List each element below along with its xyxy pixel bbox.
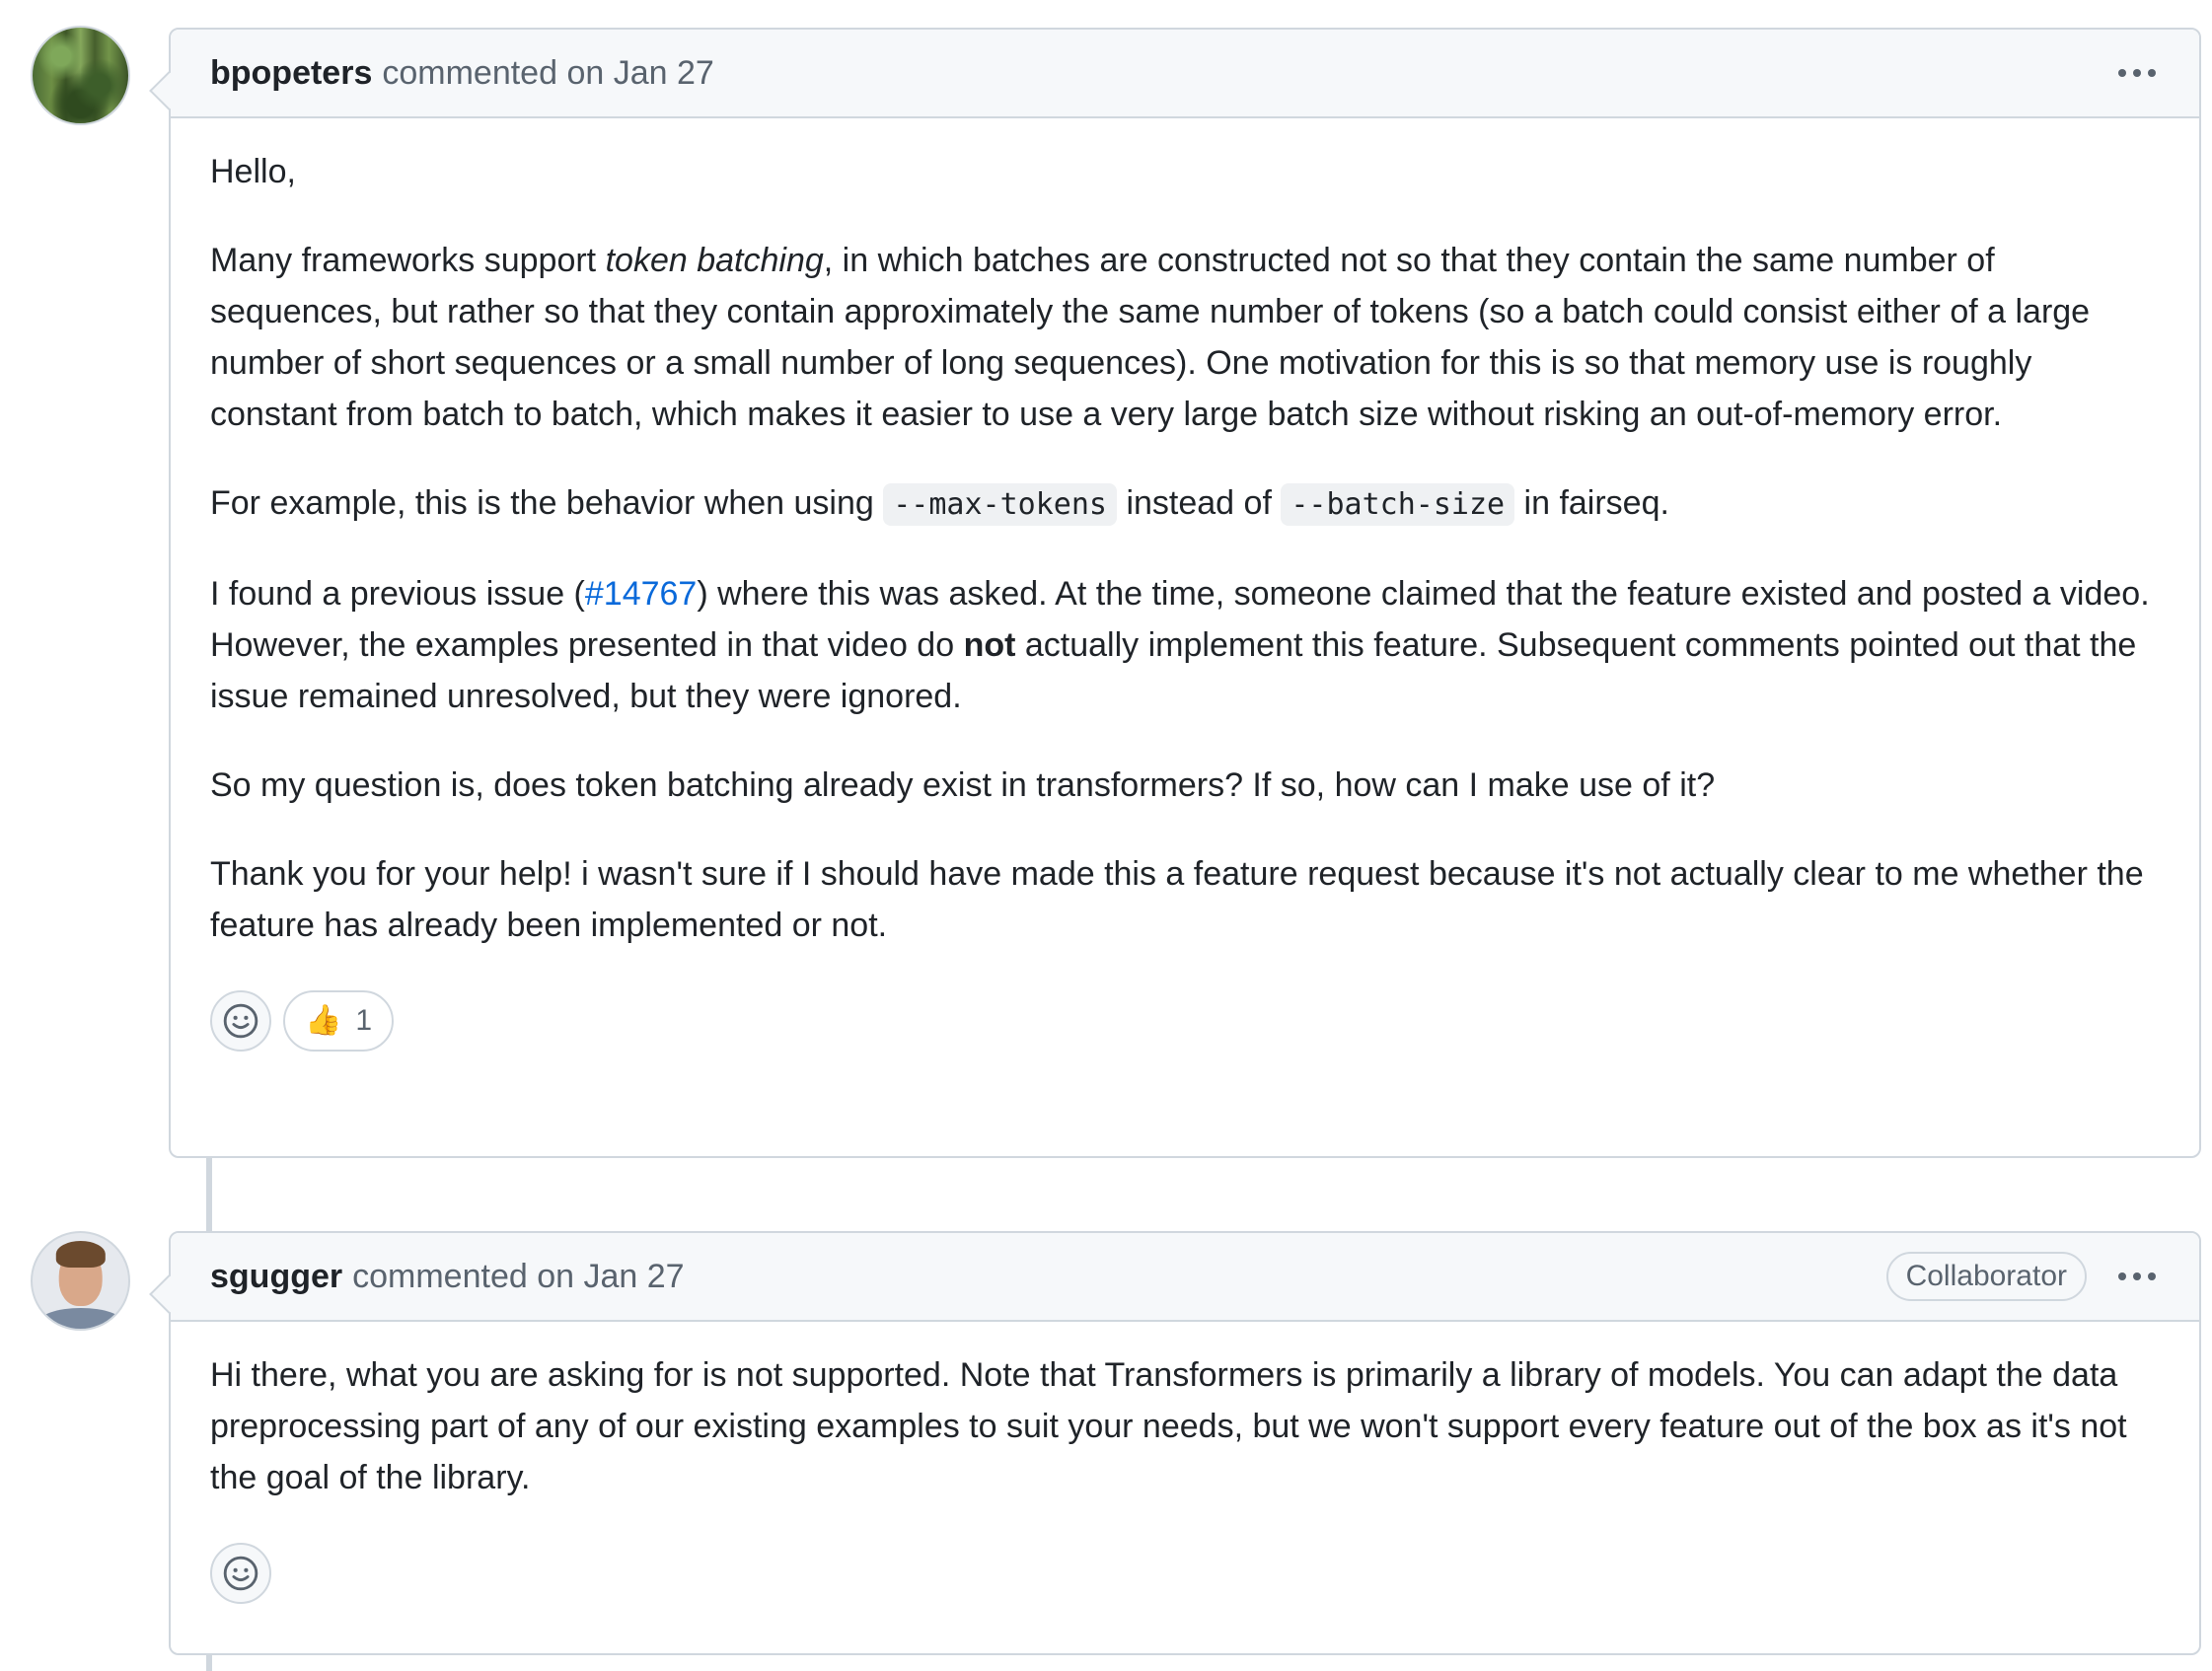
timeline-connector-bottom [206, 1653, 212, 1671]
reaction-count: 1 [355, 1004, 373, 1037]
comment-body: Hi there, what you are asking for is not… [171, 1322, 2199, 1643]
comment-paragraph-1: Many frameworks support token batching, … [210, 235, 2160, 440]
kebab-menu-icon[interactable] [2114, 59, 2160, 87]
text-run: Many frameworks support [210, 242, 606, 279]
text-run: I found a previous issue ( [210, 575, 585, 613]
comment-body: Hello, Many frameworks support token bat… [171, 118, 2199, 1091]
comment-paragraph-5: Thank you for your help! i wasn't sure i… [210, 855, 2144, 944]
avatar-hair [55, 1240, 106, 1268]
avatar-shoulders [37, 1307, 124, 1329]
avatar-sgugger[interactable] [31, 1231, 130, 1331]
comment-paragraph-3: I found a previous issue (#14767) where … [210, 568, 2160, 722]
comment-paragraph-2: For example, this is the behavior when u… [210, 477, 2160, 531]
comment-bpopeters: bpopeters commented on Jan 27 Hello, Man… [169, 28, 2201, 1158]
comment-author[interactable]: bpopeters [210, 54, 372, 93]
comment-timestamp[interactable]: commented on Jan 27 [382, 54, 713, 93]
text-run: in fairseq. [1514, 484, 1669, 522]
inline-code: --max-tokens [883, 483, 1117, 526]
comment-header: sgugger commented on Jan 27 Collaborator [171, 1233, 2199, 1322]
avatar-bpopeters[interactable] [31, 26, 130, 125]
comment-header: bpopeters commented on Jan 27 [171, 30, 2199, 118]
thumbs-up-reaction-button[interactable]: 👍 1 [283, 990, 395, 1052]
header-actions [2114, 59, 2160, 87]
reactions-bar [210, 1543, 2160, 1604]
comment-timestamp[interactable]: commented on Jan 27 [352, 1258, 684, 1296]
collaborator-badge: Collaborator [1885, 1252, 2087, 1301]
text-run: For example, this is the behavior when u… [210, 484, 884, 522]
comment-author[interactable]: sgugger [210, 1258, 342, 1296]
emphasis-text: token batching [605, 242, 824, 279]
thumbs-up-icon: 👍 [305, 1004, 342, 1037]
smiley-icon [223, 1003, 258, 1039]
reactions-bar: 👍 1 [210, 990, 2160, 1052]
add-reaction-button[interactable] [210, 990, 271, 1052]
smiley-icon [223, 1556, 258, 1591]
comment-paragraph-1: Hi there, what you are asking for is not… [210, 1356, 2127, 1496]
bold-text: not [963, 626, 1016, 664]
comment-sgugger: sgugger commented on Jan 27 Collaborator… [169, 1231, 2201, 1655]
issue-link[interactable]: #14767 [585, 575, 697, 613]
header-actions: Collaborator [1885, 1252, 2160, 1301]
add-reaction-button[interactable] [210, 1543, 271, 1604]
text-run: instead of [1117, 484, 1282, 522]
inline-code: --batch-size [1281, 483, 1515, 526]
comment-greeting: Hello, [210, 153, 296, 190]
comment-paragraph-4: So my question is, does token batching a… [210, 766, 1716, 804]
kebab-menu-icon[interactable] [2114, 1263, 2160, 1290]
timeline-connector [206, 1156, 212, 1233]
